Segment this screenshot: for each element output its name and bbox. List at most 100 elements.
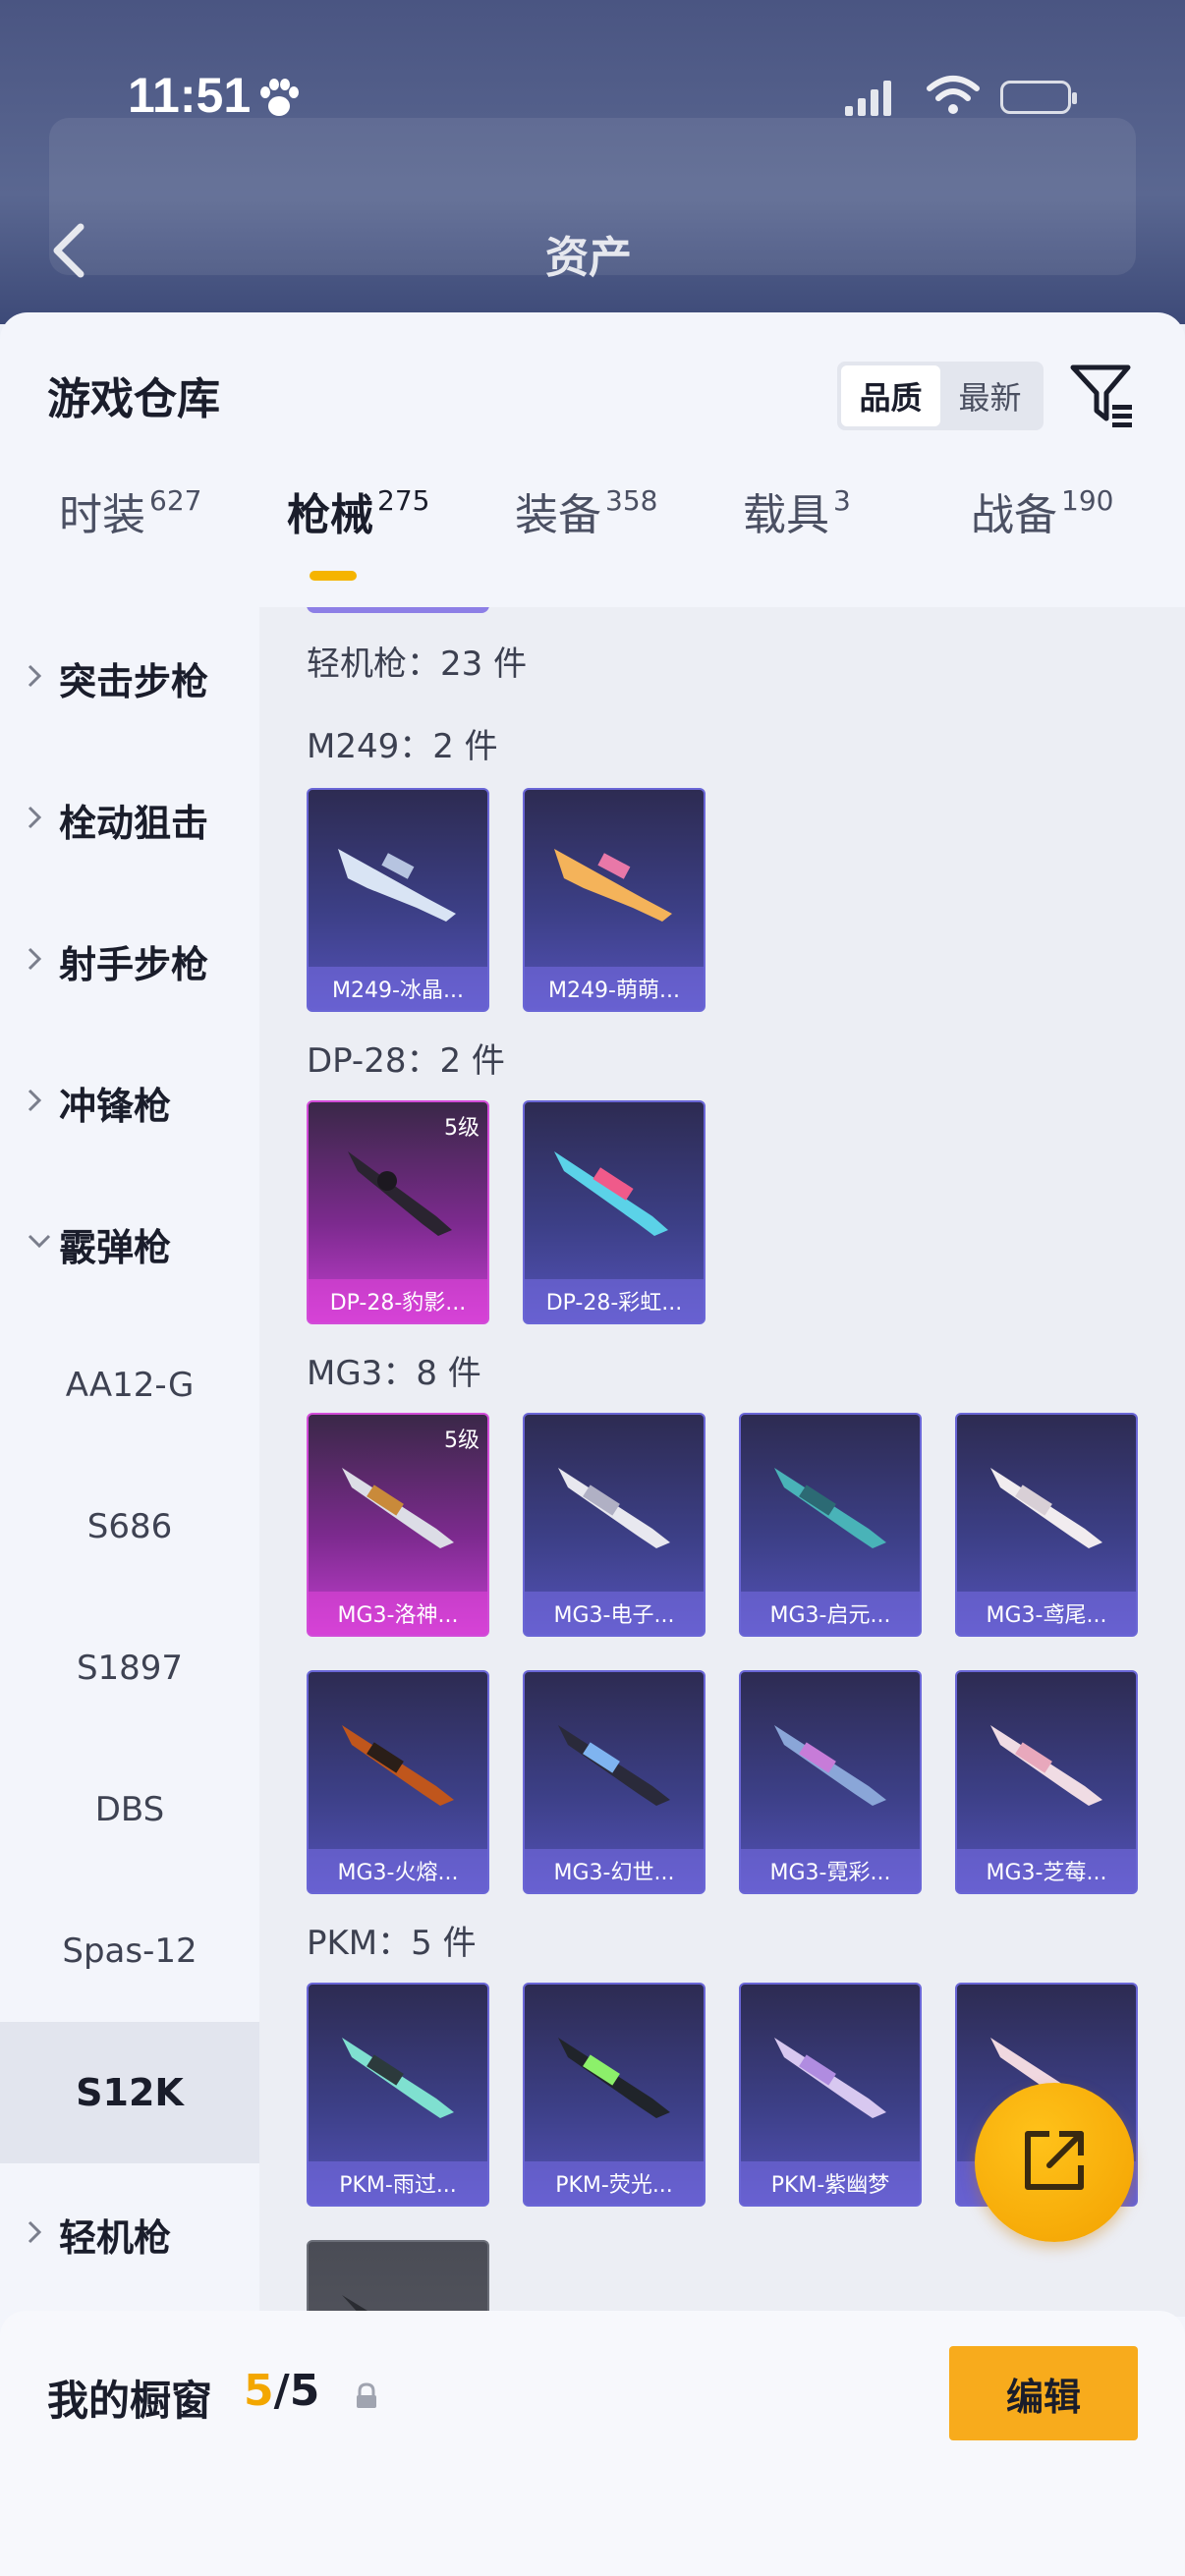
sidebar-sub-aa12g[interactable]: AA12-G bbox=[0, 1315, 259, 1456]
sidebar-sub-s12k[interactable]: S12K bbox=[0, 2022, 259, 2163]
status-bar: 11:51 bbox=[0, 59, 1185, 138]
battery-icon bbox=[1000, 81, 1077, 114]
weapon-card[interactable]: M249-冰晶... bbox=[307, 788, 489, 1012]
weapon-category-sidebar: 突击步枪 栓动狙击 射手步枪 冲锋枪 霰弹枪 AA12-G S686 S1897… bbox=[0, 607, 259, 2317]
sidebar-sub-label: DBS bbox=[94, 1790, 165, 1829]
gun-icon bbox=[328, 1702, 472, 1814]
gun-icon bbox=[328, 1444, 472, 1556]
card-name-bar: MG3-电子... bbox=[525, 1592, 704, 1635]
card-name: MG3-启元... bbox=[769, 1603, 891, 1628]
sidebar-label: 轻机枪 bbox=[59, 2215, 172, 2260]
wifi-icon bbox=[926, 73, 981, 120]
sort-by-newest[interactable]: 最新 bbox=[940, 365, 1040, 426]
card-name: MG3-幻世... bbox=[553, 1861, 675, 1885]
top-nav: 资产 bbox=[0, 206, 1185, 295]
gun-icon bbox=[761, 2014, 904, 2126]
weapon-card[interactable]: M249-萌萌... bbox=[523, 788, 705, 1012]
card-name: MG3-洛神... bbox=[337, 1603, 459, 1628]
sidebar-item-assault-rifle[interactable]: 突击步枪 bbox=[0, 607, 259, 749]
group-title-dp28: DP-28：2 件 bbox=[307, 1041, 505, 1081]
card-name: MG3-火熔... bbox=[337, 1861, 459, 1885]
card-name-bar: MG3-启元... bbox=[741, 1592, 920, 1635]
sort-by-quality[interactable]: 品质 bbox=[841, 365, 940, 426]
card-name-bar: MG3-芝莓... bbox=[957, 1849, 1136, 1892]
sidebar-item-smg[interactable]: 冲锋枪 bbox=[0, 1032, 259, 1173]
tab-fashion[interactable]: 时装 627 bbox=[59, 479, 201, 578]
tab-count: 275 bbox=[377, 484, 430, 517]
sidebar-label: 冲锋枪 bbox=[59, 1084, 172, 1128]
edit-button[interactable]: 编辑 bbox=[949, 2346, 1138, 2440]
showcase-count-total: /5 bbox=[273, 2366, 320, 2416]
share-button[interactable] bbox=[975, 2083, 1134, 2242]
tab-vehicles[interactable]: 载具 3 bbox=[743, 479, 851, 578]
showcase-count-current: 5 bbox=[244, 2366, 274, 2416]
category-tabs: 时装 627 枪械 275 装备 358 载具 3 战备 190 bbox=[0, 479, 1185, 581]
category-summary: 轻机枪：23 件 bbox=[307, 644, 528, 684]
sidebar-sub-dbs[interactable]: DBS bbox=[0, 1739, 259, 1880]
weapon-card[interactable]: PKM-紫幽梦 bbox=[739, 1983, 922, 2207]
back-arrow-icon[interactable] bbox=[47, 221, 90, 284]
sidebar-sub-spas12[interactable]: Spas-12 bbox=[0, 1880, 259, 2022]
gun-icon bbox=[544, 2014, 688, 2126]
sheet-header: 游戏仓库 品质 最新 bbox=[0, 312, 1185, 440]
weapon-card[interactable]: 5级 MG3-洛神... bbox=[307, 1413, 489, 1637]
sidebar-sub-s686[interactable]: S686 bbox=[0, 1456, 259, 1597]
tab-equipment[interactable]: 装备 358 bbox=[515, 479, 657, 578]
sidebar-item-bolt-sniper[interactable]: 栓动狙击 bbox=[0, 749, 259, 890]
tab-count: 358 bbox=[605, 484, 658, 517]
weapon-card[interactable]: PKM-荧光... bbox=[523, 1983, 705, 2207]
weapon-card[interactable]: MG3-电子... bbox=[523, 1413, 705, 1637]
sidebar-item-shotgun[interactable]: 霰弹枪 bbox=[0, 1173, 259, 1315]
active-tab-indicator bbox=[310, 571, 357, 581]
sidebar-label: 栓动狙击 bbox=[59, 801, 209, 845]
tab-supplies[interactable]: 战备 190 bbox=[971, 479, 1113, 578]
sidebar-sub-label: S12K bbox=[76, 2071, 184, 2114]
chevron-right-icon bbox=[26, 2218, 45, 2250]
card-name-bar: MG3-火熔... bbox=[309, 1849, 487, 1892]
sidebar-label: 突击步枪 bbox=[59, 659, 209, 703]
gun-icon bbox=[977, 1444, 1120, 1556]
group-title-m249: M249：2 件 bbox=[307, 727, 498, 766]
weapon-card[interactable]: MG3-芝莓... bbox=[955, 1670, 1138, 1894]
weapon-card[interactable]: MG3-启元... bbox=[739, 1413, 922, 1637]
chevron-right-icon bbox=[26, 804, 45, 835]
weapon-card[interactable]: MG3-幻世... bbox=[523, 1670, 705, 1894]
clock: 11:51 bbox=[128, 68, 252, 123]
card-name-bar: M249-冰晶... bbox=[309, 967, 487, 1010]
weapon-card[interactable]: MG3-霓彩... bbox=[739, 1670, 922, 1894]
sidebar-item-marksman-rifle[interactable]: 射手步枪 bbox=[0, 890, 259, 1032]
weapon-card[interactable]: MG3-火熔... bbox=[307, 1670, 489, 1894]
card-name-bar: MG3-鸢尾... bbox=[957, 1592, 1136, 1635]
gun-icon bbox=[544, 1444, 688, 1556]
tab-label: 载具 bbox=[743, 490, 829, 540]
sidebar-label: 霰弹枪 bbox=[59, 1225, 172, 1269]
filter-icon[interactable] bbox=[1069, 362, 1136, 432]
weapon-card[interactable] bbox=[307, 2240, 489, 2317]
tab-firearms[interactable]: 枪械 275 bbox=[287, 479, 429, 578]
card-name: MG3-芝莓... bbox=[986, 1861, 1107, 1885]
gun-icon bbox=[328, 819, 472, 931]
card-name: M249-萌萌... bbox=[548, 979, 680, 1003]
card-name-bar: MG3-洛神... bbox=[309, 1592, 487, 1635]
group-title-mg3: MG3：8 件 bbox=[307, 1354, 481, 1393]
group-title-pkm: PKM：5 件 bbox=[307, 1924, 477, 1963]
weapon-card[interactable]: MG3-鸢尾... bbox=[955, 1413, 1138, 1637]
page-title: 资产 bbox=[545, 233, 632, 283]
card-name: DP-28-豹影... bbox=[329, 1291, 467, 1316]
sidebar-sub-label: Spas-12 bbox=[62, 1932, 198, 1971]
card-name-bar: PKM-紫幽梦 bbox=[741, 2161, 920, 2205]
weapon-card[interactable]: 5级 DP-28-豹影... bbox=[307, 1100, 489, 1324]
warehouse-sheet: 游戏仓库 品质 最新 时装 627 枪械 275 装备 358 载具 3 战备 1 bbox=[0, 312, 1185, 2576]
sidebar-sub-s1897[interactable]: S1897 bbox=[0, 1597, 259, 1739]
gun-icon bbox=[328, 1132, 472, 1244]
weapon-grid: 轻机枪：23 件 M249：2 件 M249-冰晶... M249-萌萌... … bbox=[259, 607, 1185, 2317]
chevron-right-icon bbox=[26, 1087, 45, 1118]
gun-icon bbox=[544, 1132, 688, 1244]
gun-icon bbox=[328, 2014, 472, 2126]
weapon-card[interactable]: PKM-雨过... bbox=[307, 1983, 489, 2207]
card-name: DP-28-彩虹... bbox=[545, 1291, 683, 1316]
showcase-count: 5/5 bbox=[244, 2366, 319, 2416]
sidebar-sub-label: S1897 bbox=[76, 1649, 184, 1688]
sidebar-item-lmg[interactable]: 轻机枪 bbox=[0, 2163, 259, 2305]
weapon-card[interactable]: DP-28-彩虹... bbox=[523, 1100, 705, 1324]
